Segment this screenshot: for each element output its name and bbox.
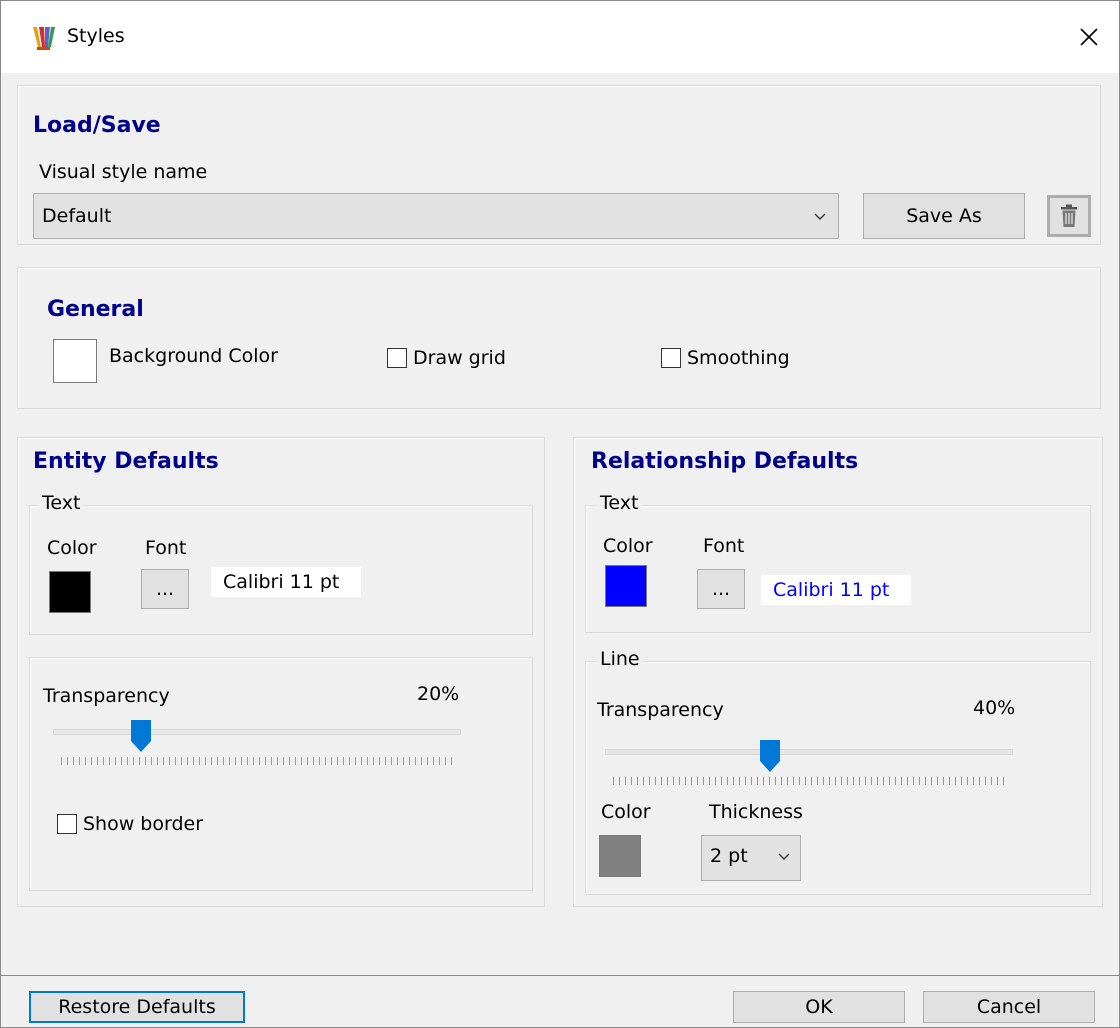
delete-style-button[interactable] xyxy=(1047,195,1091,237)
draw-grid-box[interactable] xyxy=(387,348,407,368)
general-group xyxy=(17,267,1101,409)
entity-text-legend: Text xyxy=(39,492,84,514)
smoothing-box[interactable] xyxy=(661,348,681,368)
entity-font-preview: Calibri 11 pt xyxy=(211,567,361,597)
relationship-line-legend: Line xyxy=(597,648,643,670)
entity-font-button-label: ... xyxy=(155,578,175,600)
cancel-button[interactable]: Cancel xyxy=(923,991,1095,1023)
relationship-text-legend: Text xyxy=(597,492,642,514)
thickness-value: 2 pt xyxy=(710,845,748,867)
load-save-title: Load/Save xyxy=(33,113,161,138)
entity-transparency-ticks xyxy=(61,757,453,765)
relationship-transparency-ticks xyxy=(613,777,1005,785)
entity-color-label: Color xyxy=(47,537,97,559)
relationship-text-color-swatch[interactable] xyxy=(605,565,647,607)
relationship-font-button[interactable]: ... xyxy=(697,569,745,609)
relationship-transparency-slider[interactable] xyxy=(605,739,1015,789)
palette-icon xyxy=(33,27,55,50)
close-button[interactable] xyxy=(1067,15,1111,59)
relationship-line-color-label: Color xyxy=(601,801,651,823)
show-border-box[interactable] xyxy=(57,814,77,834)
entity-defaults-title: Entity Defaults xyxy=(33,449,219,474)
relationship-text-fieldset xyxy=(585,505,1091,633)
draw-grid-label: Draw grid xyxy=(413,347,506,369)
style-name-label: Visual style name xyxy=(39,161,208,183)
relationship-transparency-track xyxy=(605,749,1013,755)
entity-transparency-label: Transparency xyxy=(43,685,170,707)
ok-label: OK xyxy=(805,996,833,1018)
window-title: Styles xyxy=(67,25,125,47)
relationship-transparency-thumb[interactable] xyxy=(759,739,781,773)
relationship-thickness-label: Thickness xyxy=(709,801,803,823)
cancel-label: Cancel xyxy=(976,996,1042,1018)
background-color-label: Background Color xyxy=(109,345,278,367)
general-title: General xyxy=(47,297,144,322)
restore-defaults-label: Restore Defaults xyxy=(58,996,216,1018)
relationship-font-label: Font xyxy=(703,535,745,557)
chevron-down-icon xyxy=(814,213,826,220)
smoothing-label: Smoothing xyxy=(687,347,790,369)
close-icon xyxy=(1080,28,1098,46)
relationship-defaults-title: Relationship Defaults xyxy=(591,449,859,474)
smoothing-checkbox[interactable]: Smoothing xyxy=(661,347,790,369)
show-border-label: Show border xyxy=(83,813,204,835)
relationship-transparency-label: Transparency xyxy=(597,699,724,721)
entity-font-label: Font xyxy=(145,537,187,559)
styles-dialog: Styles Load/Save Visual style name Defau… xyxy=(0,0,1120,1028)
thickness-select[interactable]: 2 pt xyxy=(701,835,801,881)
draw-grid-checkbox[interactable]: Draw grid xyxy=(387,347,506,369)
entity-text-color-swatch[interactable] xyxy=(49,571,91,613)
entity-transparency-slider[interactable] xyxy=(53,719,463,769)
restore-defaults-button[interactable]: Restore Defaults xyxy=(29,991,245,1023)
relationship-font-button-label: ... xyxy=(711,578,731,600)
save-as-button[interactable]: Save As xyxy=(863,193,1025,239)
trash-icon xyxy=(1061,204,1077,227)
ok-button[interactable]: OK xyxy=(733,991,905,1023)
style-name-value: Default xyxy=(42,205,112,227)
entity-font-button[interactable]: ... xyxy=(141,569,189,609)
background-color-swatch[interactable] xyxy=(53,339,97,383)
style-name-combo[interactable]: Default xyxy=(33,193,839,239)
title-bar: Styles xyxy=(1,1,1119,73)
entity-transparency-value: 20% xyxy=(417,683,460,705)
relationship-color-label: Color xyxy=(603,535,653,557)
save-as-label: Save As xyxy=(906,205,982,227)
chevron-down-icon xyxy=(778,853,790,860)
relationship-line-color-swatch[interactable] xyxy=(599,835,641,877)
relationship-transparency-value: 40% xyxy=(973,697,1016,719)
entity-transparency-thumb[interactable] xyxy=(130,719,152,753)
show-border-checkbox[interactable]: Show border xyxy=(57,813,203,835)
relationship-font-preview: Calibri 11 pt xyxy=(761,575,911,605)
entity-transparency-track xyxy=(53,729,461,735)
footer-separator xyxy=(1,975,1119,976)
